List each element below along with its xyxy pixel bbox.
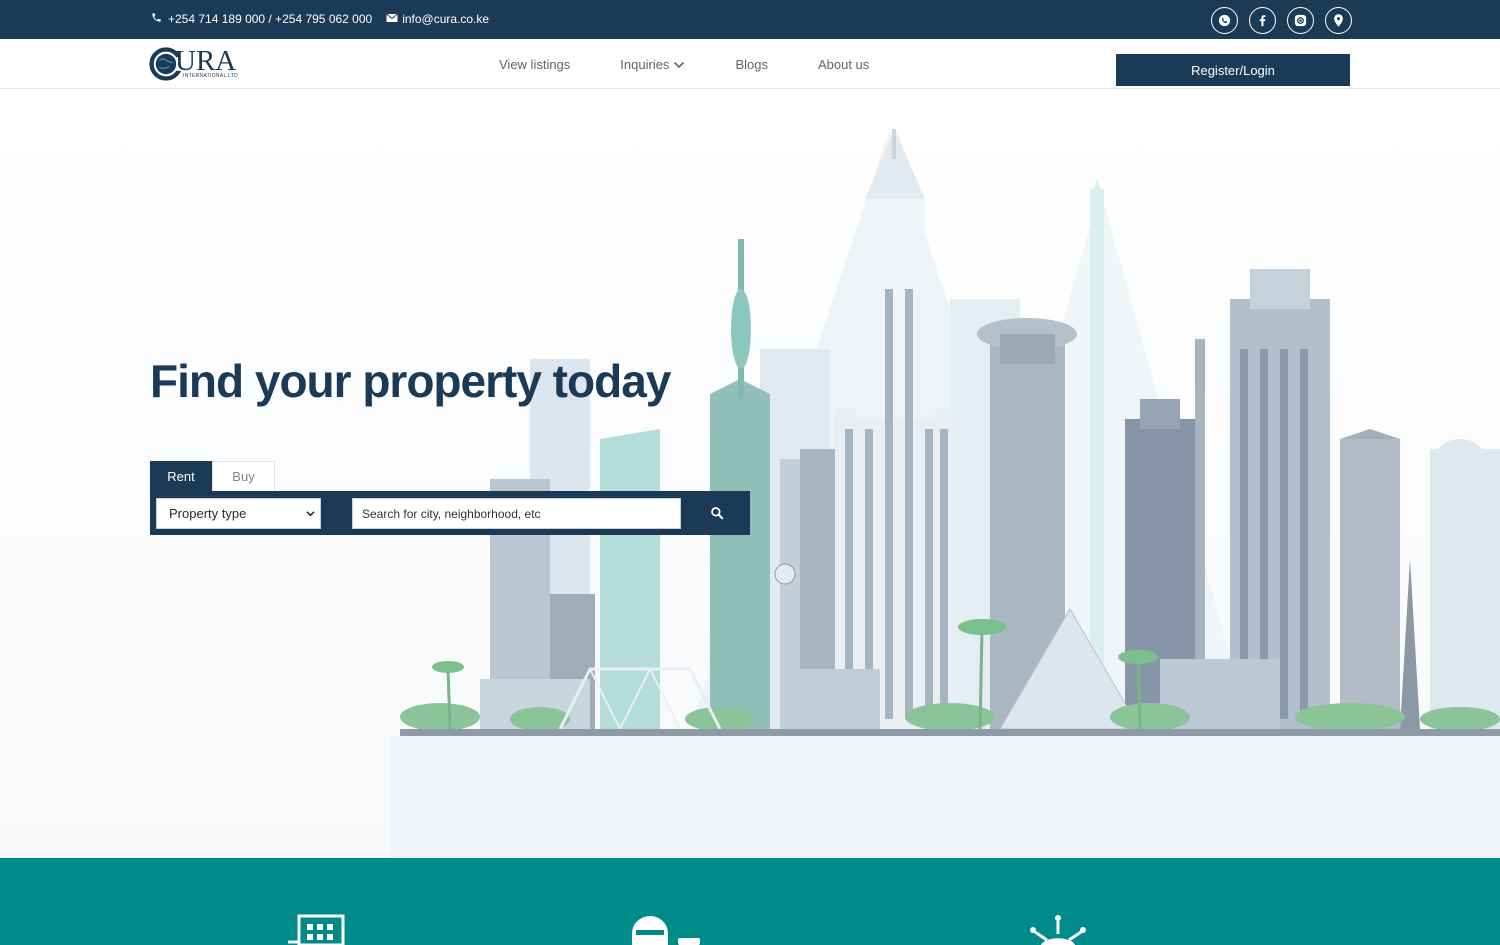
- tab-buy[interactable]: Buy: [212, 461, 275, 491]
- contact-info: +254 714 189 000 / +254 795 062 000 info…: [150, 12, 489, 26]
- nav-item-view-listings[interactable]: View listings: [499, 57, 570, 72]
- phone-icon: [150, 12, 162, 26]
- mail-icon: [386, 12, 399, 26]
- building-icon: [288, 914, 345, 945]
- search-icon: [711, 507, 724, 520]
- main-nav: URA INTERNATIONAL LTD View listings Inqu…: [0, 39, 1500, 89]
- logo-subtitle: INTERNATIONAL LTD: [183, 73, 239, 79]
- nav-item-inquiries-label: Inquiries: [620, 57, 670, 72]
- listing-type-tabs: Rent Buy: [150, 461, 275, 491]
- city-skyline-illustration: [390, 129, 1500, 858]
- nav-menu: View listings Inquiries Blogs About us: [499, 57, 919, 72]
- tab-rent[interactable]: Rent: [150, 461, 212, 491]
- search-input[interactable]: Search for city, neighborhood, etc: [352, 498, 681, 529]
- phone-numbers[interactable]: +254 714 189 000 / +254 795 062 000: [168, 12, 372, 26]
- top-bar: +254 714 189 000 / +254 795 062 000 info…: [0, 0, 1500, 39]
- search-bar: Property type Search for city, neighborh…: [150, 491, 750, 535]
- network-icon: [1030, 915, 1086, 945]
- facebook-icon[interactable]: [1249, 7, 1276, 34]
- instagram-icon[interactable]: [1287, 7, 1314, 34]
- property-type-value: Property type: [169, 506, 247, 521]
- nav-item-blogs[interactable]: Blogs: [735, 57, 768, 72]
- hero-section: Find your property today Rent Buy Proper…: [0, 89, 1500, 858]
- search-placeholder: Search for city, neighborhood, etc: [362, 506, 541, 521]
- email-link[interactable]: info@cura.co.ke: [402, 12, 489, 26]
- nav-item-about-us[interactable]: About us: [818, 57, 869, 72]
- logo[interactable]: URA INTERNATIONAL LTD: [149, 47, 245, 81]
- logo-text: URA: [175, 45, 237, 77]
- whatsapp-icon[interactable]: [1211, 7, 1238, 34]
- chevron-down-icon: [306, 511, 315, 517]
- register-login-button[interactable]: Register/Login: [1116, 54, 1350, 86]
- chevron-down-icon: [674, 61, 685, 68]
- features-section: [0, 858, 1500, 945]
- agent-icon: [632, 916, 700, 945]
- property-type-select[interactable]: Property type: [156, 498, 321, 529]
- nav-item-inquiries[interactable]: Inquiries: [620, 57, 685, 72]
- search-button[interactable]: [705, 503, 729, 523]
- hero-headline: Find your property today: [150, 355, 671, 407]
- location-pin-icon[interactable]: [1325, 7, 1352, 34]
- social-links: [1211, 7, 1352, 34]
